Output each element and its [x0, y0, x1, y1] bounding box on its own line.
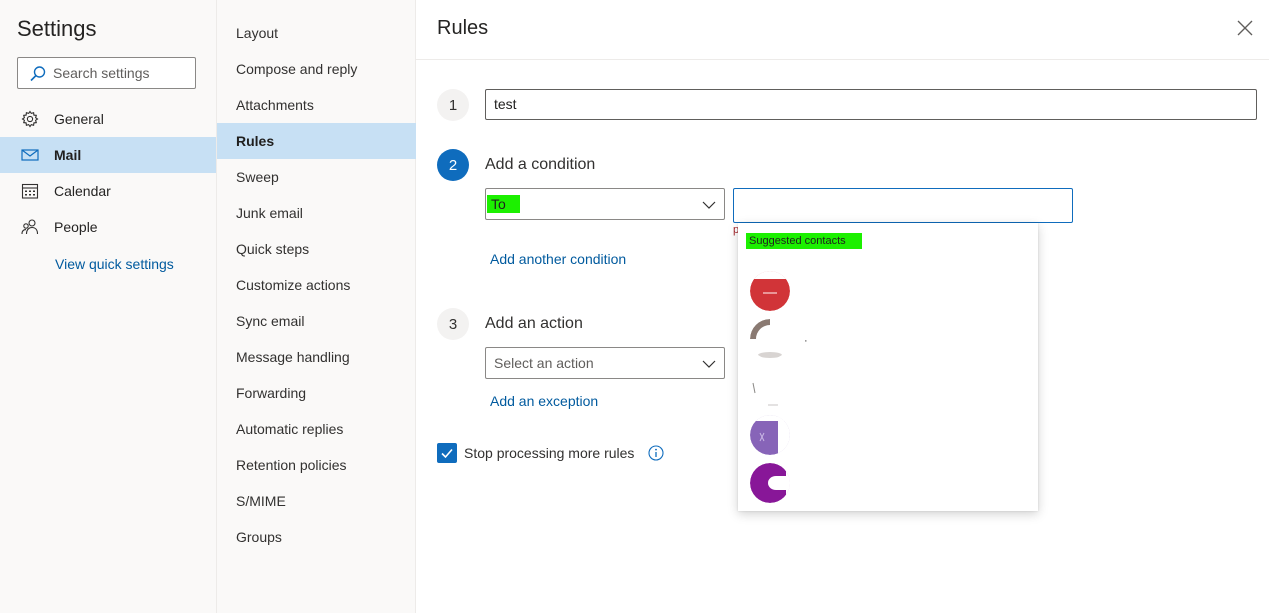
mail-setting-retention-policies[interactable]: Retention policies — [217, 447, 416, 483]
mail-setting-junk-email[interactable]: Junk email — [217, 195, 416, 231]
action-dropdown[interactable]: Select an action — [485, 347, 725, 379]
mail-setting-sync-email[interactable]: Sync email — [217, 303, 416, 339]
search-icon — [29, 65, 47, 83]
info-icon[interactable] — [648, 445, 664, 461]
contact-avatar — [750, 367, 790, 407]
chevron-down-icon — [702, 357, 716, 371]
suggested-contact-item[interactable] — [738, 415, 1038, 455]
step-2-badge: 2 — [437, 149, 469, 181]
mail-setting-attachments[interactable]: Attachments — [217, 87, 416, 123]
nav-item-calendar[interactable]: Calendar — [0, 173, 216, 209]
condition-dropdown[interactable]: To — [485, 188, 725, 220]
mail-setting-compose-and-reply[interactable]: Compose and reply — [217, 51, 416, 87]
contact-avatar — [750, 319, 790, 359]
mail-setting-automatic-replies[interactable]: Automatic replies — [217, 411, 416, 447]
add-condition-label: Add a condition — [485, 156, 596, 173]
rules-title: Rules — [437, 17, 489, 39]
people-icon — [21, 218, 39, 236]
step-3-badge: 3 — [437, 308, 469, 340]
nav-item-people[interactable]: People — [0, 209, 216, 245]
suggested-contacts-popup: Suggested contacts · — [738, 223, 1038, 511]
mail-setting-groups[interactable]: Groups — [217, 519, 416, 555]
suggested-contacts-header: Suggested contacts — [746, 233, 862, 249]
suggested-contact-item[interactable]: · — [738, 319, 1038, 359]
nav-item-general[interactable]: General — [0, 101, 216, 137]
settings-title: Settings — [17, 16, 97, 41]
stop-processing-label: Stop processing more rules — [464, 445, 635, 461]
settings-nav-pane: Settings General Mail Calendar — [0, 0, 217, 613]
checkmark-icon — [441, 448, 453, 459]
chevron-down-icon — [702, 198, 716, 212]
mail-setting-rules[interactable]: Rules — [217, 123, 416, 159]
rules-editor: Rules 1 test 2 Add a condition To p Add … — [416, 0, 1269, 613]
add-exception-link[interactable]: Add an exception — [490, 393, 598, 409]
mail-setting-layout[interactable]: Layout — [217, 15, 416, 51]
nav-label-general: General — [54, 111, 104, 127]
view-quick-settings-link[interactable]: View quick settings — [55, 256, 174, 272]
gear-icon — [21, 110, 39, 128]
search-settings-box[interactable] — [17, 57, 196, 89]
action-placeholder: Select an action — [494, 355, 594, 371]
suggested-contact-item[interactable] — [738, 367, 1038, 407]
recipients-input[interactable] — [733, 188, 1073, 223]
add-another-condition-link[interactable]: Add another condition — [490, 251, 626, 267]
header-divider — [416, 59, 1269, 60]
mail-setting-message-handling[interactable]: Message handling — [217, 339, 416, 375]
nav-item-mail[interactable]: Mail — [0, 137, 216, 173]
nav-label-people: People — [54, 219, 98, 235]
mail-icon — [21, 146, 39, 164]
contact-fragment: · — [804, 335, 808, 347]
mail-setting-customize-actions[interactable]: Customize actions — [217, 267, 416, 303]
contact-avatar — [750, 271, 790, 311]
mail-settings-list: Layout Compose and reply Attachments Rul… — [217, 0, 416, 613]
contact-avatar — [750, 463, 790, 503]
close-icon — [1237, 20, 1253, 36]
mail-setting-quick-steps[interactable]: Quick steps — [217, 231, 416, 267]
suggested-contact-item[interactable] — [738, 271, 1038, 311]
mail-setting-smime[interactable]: S/MIME — [217, 483, 416, 519]
suggested-contact-item[interactable] — [738, 463, 1038, 503]
mail-setting-sweep[interactable]: Sweep — [217, 159, 416, 195]
nav-label-mail: Mail — [54, 147, 82, 163]
mail-setting-forwarding[interactable]: Forwarding — [217, 375, 416, 411]
add-action-label: Add an action — [485, 315, 583, 332]
nav-label-calendar: Calendar — [54, 183, 111, 199]
close-button[interactable] — [1235, 18, 1255, 38]
rule-name-input[interactable]: test — [485, 89, 1257, 120]
search-settings-input[interactable] — [53, 58, 191, 88]
condition-value: To — [487, 195, 520, 213]
contact-avatar — [750, 415, 790, 455]
calendar-icon — [21, 182, 39, 200]
stop-processing-checkbox[interactable] — [437, 443, 457, 463]
step-1-badge: 1 — [437, 89, 469, 121]
